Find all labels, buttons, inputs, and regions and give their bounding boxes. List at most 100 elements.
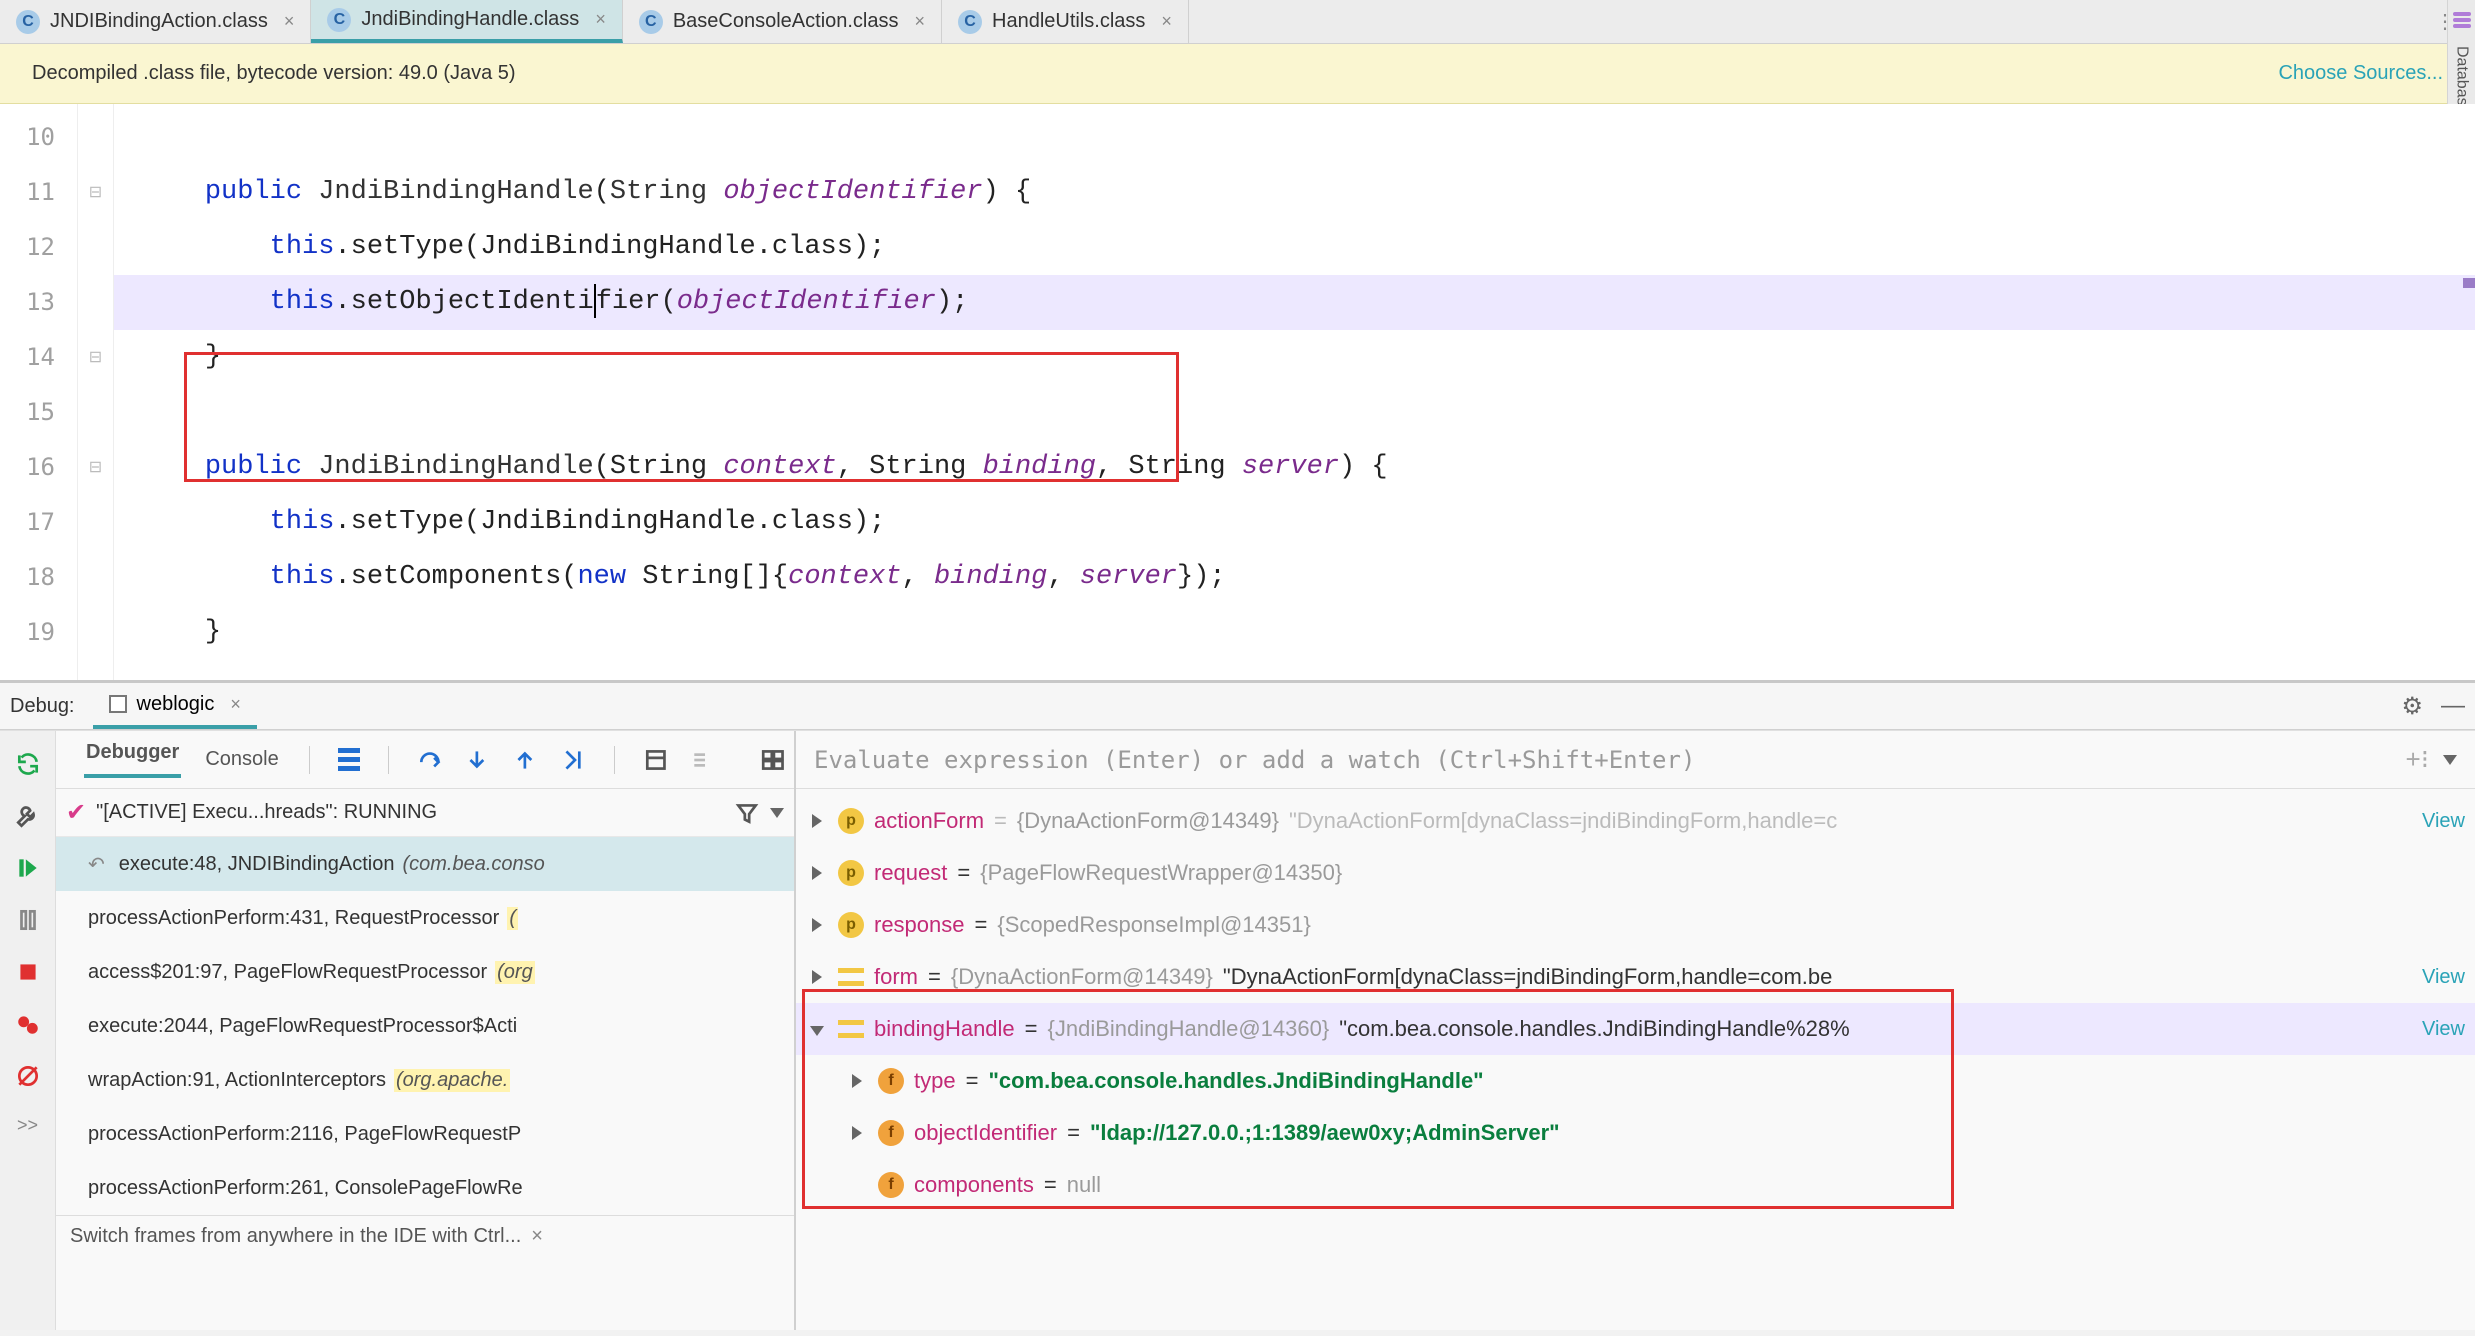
fold-icon[interactable]: ⊟ [89, 330, 102, 385]
close-icon[interactable]: × [531, 1225, 543, 1248]
editor-tabs-bar: C JNDIBindingAction.class × C JndiBindin… [0, 0, 2475, 44]
hint-bar: Switch frames from anywhere in the IDE w… [56, 1215, 794, 1257]
evaluate-icon[interactable] [643, 747, 669, 773]
chevron-right-icon[interactable] [812, 814, 822, 828]
step-out-icon[interactable] [512, 747, 538, 773]
drop-frame-icon[interactable]: ↶ [88, 852, 105, 877]
thread-selector[interactable]: ✔ "[ACTIVE] Execu...hreads": RUNNING [56, 789, 794, 837]
run-to-cursor-icon[interactable] [560, 747, 586, 773]
variables-tree: p actionForm = {DynaActionForm@14349} "D… [796, 789, 2475, 1330]
frame-pkg: (com.bea.conso [402, 853, 544, 876]
hint-text: Switch frames from anywhere in the IDE w… [70, 1225, 521, 1248]
tab-jndibindingaction[interactable]: C JNDIBindingAction.class × [0, 0, 311, 43]
gear-icon[interactable]: ⚙ [2401, 692, 2423, 721]
line-number: 19 [26, 605, 55, 660]
stack-frame[interactable]: processActionPerform:2116, PageFlowReque… [56, 1107, 794, 1161]
line-number: 12 [26, 220, 55, 275]
var-name: objectIdentifier [914, 1120, 1057, 1146]
filter-icon[interactable] [734, 800, 760, 826]
param-icon: p [838, 912, 864, 938]
line-number: 15 [26, 385, 55, 440]
frame-text: processActionPerform:2116, PageFlowReque… [88, 1123, 521, 1146]
tab-debugger[interactable]: Debugger [84, 741, 181, 778]
step-into-icon[interactable] [464, 747, 490, 773]
close-icon[interactable]: × [595, 9, 606, 30]
tab-baseconsoleaction[interactable]: C BaseConsoleAction.class × [623, 0, 942, 43]
view-link[interactable]: View [2422, 966, 2465, 989]
field-icon: f [878, 1120, 904, 1146]
field-icon: f [878, 1172, 904, 1198]
line-number: 13 [26, 275, 55, 330]
chevron-right-icon[interactable] [812, 970, 822, 984]
debug-body: >> Debugger Console ✔ "[ACTIVE] Execu...… [0, 730, 2475, 1330]
rerun-icon[interactable] [15, 751, 41, 777]
frame-text: execute:48, JNDIBindingAction [119, 853, 395, 876]
variable-row[interactable]: p actionForm = {DynaActionForm@14349} "D… [796, 795, 2475, 847]
step-over-icon[interactable] [417, 747, 443, 773]
stack-frame[interactable]: execute:2044, PageFlowRequestProcessor$A… [56, 999, 794, 1053]
debug-bar-right-controls: ⚙ — [2401, 692, 2465, 721]
wrench-icon[interactable] [15, 803, 41, 829]
local-icon [838, 1020, 864, 1038]
stack-frame[interactable]: processActionPerform:431, RequestProcess… [56, 891, 794, 945]
variable-row[interactable]: f components = null [796, 1159, 2475, 1211]
line-number: 10 [26, 110, 55, 165]
stack-frame[interactable]: ↶ execute:48, JNDIBindingAction (com.bea.… [56, 837, 794, 891]
close-icon[interactable]: × [230, 694, 241, 715]
variable-row[interactable]: p request = {PageFlowRequestWrapper@1435… [796, 847, 2475, 899]
stack-frame[interactable]: wrapAction:91, ActionInterceptors (org.a… [56, 1053, 794, 1107]
chevron-right-icon[interactable] [812, 866, 822, 880]
variable-row[interactable]: bindingHandle = {JndiBindingHandle@14360… [796, 1003, 2475, 1055]
close-icon[interactable]: × [284, 11, 295, 32]
choose-sources-link[interactable]: Choose Sources... [2278, 62, 2443, 85]
chevron-right-icon[interactable] [852, 1074, 862, 1088]
tab-handleutils[interactable]: C HandleUtils.class × [942, 0, 1189, 43]
layout-icon[interactable] [760, 747, 786, 773]
chevron-right-icon[interactable] [852, 1126, 862, 1140]
stack-frame[interactable]: processActionPerform:261, ConsolePageFlo… [56, 1161, 794, 1215]
tab-label: JndiBindingHandle.class [361, 8, 579, 31]
variable-row[interactable]: f type = "com.bea.console.handles.JndiBi… [796, 1055, 2475, 1107]
breakpoints-icon[interactable] [15, 1011, 41, 1037]
frame-text: processActionPerform:261, ConsolePageFlo… [88, 1177, 523, 1200]
close-icon[interactable]: × [1161, 11, 1172, 32]
chevron-down-icon[interactable] [2443, 755, 2457, 765]
resume-icon[interactable] [15, 855, 41, 881]
check-icon: ✔ [66, 798, 86, 827]
database-icon[interactable] [2453, 12, 2471, 30]
chevron-down-icon[interactable] [770, 808, 784, 818]
frame-pkg: ( [507, 907, 518, 930]
pause-icon[interactable] [15, 907, 41, 933]
view-link[interactable]: View [2422, 810, 2465, 833]
trace-icon[interactable] [690, 747, 716, 773]
chevron-right-icon[interactable] [812, 918, 822, 932]
frames-list: ↶ execute:48, JNDIBindingAction (com.bea.… [56, 837, 794, 1215]
minimize-icon[interactable]: — [2441, 692, 2465, 721]
tab-console[interactable]: Console [203, 748, 280, 771]
mute-breakpoints-icon[interactable] [15, 1063, 41, 1089]
line-number: 11 [26, 165, 55, 220]
run-config-tab[interactable]: weblogic × [93, 683, 257, 729]
more-icon[interactable]: >> [17, 1115, 38, 1136]
stop-icon[interactable] [15, 959, 41, 985]
line-number: 16 [26, 440, 55, 495]
fold-icon[interactable]: ⊟ [89, 165, 102, 220]
debug-toolwindow-header: Debug: weblogic × ⚙ — [0, 680, 2475, 730]
variable-row[interactable]: p response = {ScopedResponseImpl@14351} [796, 899, 2475, 951]
run-config-name: weblogic [137, 693, 215, 716]
add-watch-icon[interactable]: +⁝ [2406, 744, 2429, 775]
variable-row[interactable]: form = {DynaActionForm@14349} "DynaActio… [796, 951, 2475, 1003]
code-editor[interactable]: 10 11 12 13 14 15 16 17 18 19 ⊟ ⊟ ⊟ publ… [0, 104, 2475, 680]
frame-text: processActionPerform:431, RequestProcess… [88, 907, 499, 930]
tab-jndibindinghandle[interactable]: C JndiBindingHandle.class × [311, 0, 622, 43]
view-link[interactable]: View [2422, 1018, 2465, 1041]
threads-icon[interactable] [338, 748, 360, 771]
fold-icon[interactable]: ⊟ [89, 440, 102, 495]
stack-frame[interactable]: access$201:97, PageFlowRequestProcessor … [56, 945, 794, 999]
close-icon[interactable]: × [915, 11, 926, 32]
code-area[interactable]: public JndiBindingHandle(String objectId… [114, 104, 2475, 680]
evaluate-input[interactable]: Evaluate expression (Enter) or add a wat… [814, 746, 2392, 774]
debug-label: Debug: [10, 695, 75, 718]
chevron-down-icon[interactable] [810, 1026, 824, 1036]
variable-row[interactable]: f objectIdentifier = "ldap://127.0.0.;1:… [796, 1107, 2475, 1159]
